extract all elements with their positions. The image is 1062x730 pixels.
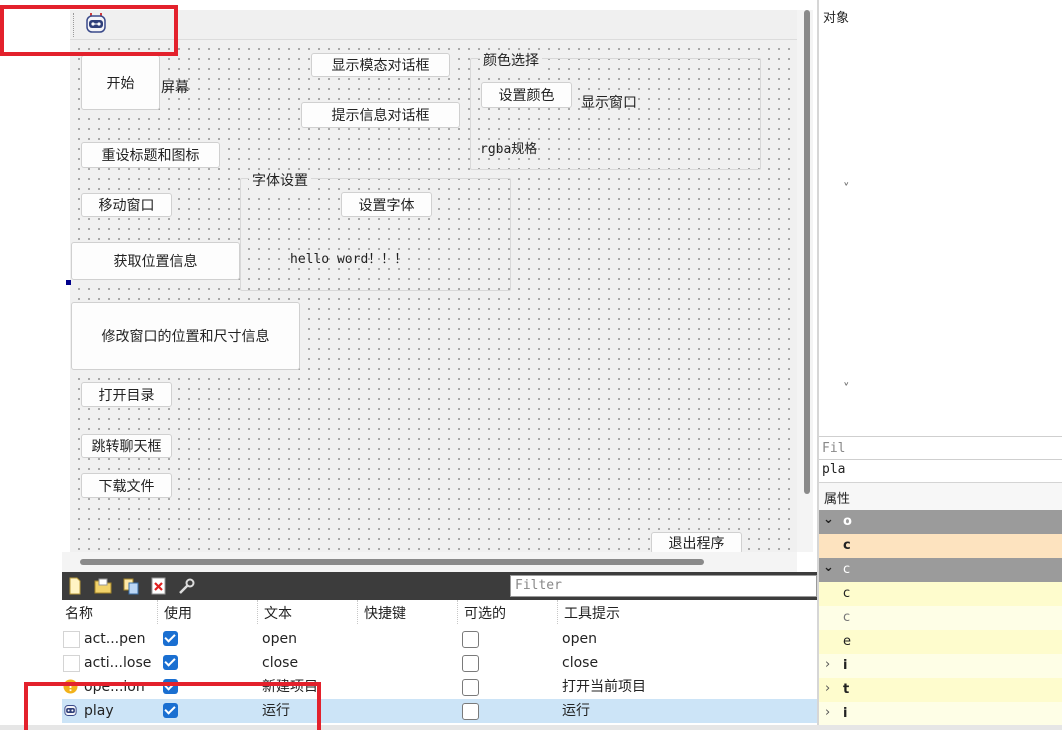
- used-checkbox[interactable]: [163, 631, 178, 646]
- property-group-row[interactable]: ⌄ o: [819, 510, 1062, 534]
- show-tip-dialog-button[interactable]: 提示信息对话框: [301, 102, 460, 128]
- action-text: open: [262, 631, 297, 647]
- action-tooltip: open: [562, 631, 597, 647]
- property-header: 属性: [819, 482, 1062, 510]
- new-action-icon[interactable]: [66, 577, 84, 595]
- reset-title-icon-button[interactable]: 重设标题和图标: [81, 142, 220, 168]
- checkable-checkbox[interactable]: [462, 631, 479, 648]
- blank-icon: [63, 655, 80, 672]
- column-header-tooltip[interactable]: 工具提示: [564, 603, 620, 623]
- copy-icon[interactable]: [122, 577, 140, 595]
- wrench-icon[interactable]: [178, 577, 196, 595]
- column-header-shortcut[interactable]: 快捷键: [364, 603, 406, 623]
- property-group-row[interactable]: ⌄ c: [819, 558, 1062, 582]
- selection-handle[interactable]: [66, 280, 71, 285]
- modify-window-geometry-button[interactable]: 修改窗口的位置和尺寸信息: [71, 302, 300, 370]
- column-header-checkable[interactable]: 可选的: [464, 603, 506, 623]
- form-toolbar: [70, 10, 797, 40]
- action-name: act...pen: [84, 631, 146, 647]
- property-row[interactable]: c: [819, 534, 1062, 558]
- download-file-button[interactable]: 下载文件: [81, 473, 172, 498]
- column-divider[interactable]: [557, 600, 559, 624]
- start-button[interactable]: 开始: [81, 55, 160, 110]
- screen-label: 屏幕: [161, 80, 189, 96]
- property-row[interactable]: › i: [819, 702, 1062, 726]
- action-filter-input[interactable]: Filter: [510, 575, 817, 597]
- property-row[interactable]: c: [819, 606, 1062, 630]
- property-filter-input[interactable]: Fil: [819, 436, 1062, 460]
- annotation-box-play-row: [24, 682, 321, 730]
- set-font-button[interactable]: 设置字体: [341, 192, 432, 217]
- property-row[interactable]: e: [819, 630, 1062, 654]
- open-folder-icon[interactable]: [94, 577, 112, 595]
- show-modal-dialog-button[interactable]: 显示模态对话框: [311, 53, 450, 77]
- get-position-button[interactable]: 获取位置信息: [71, 242, 240, 280]
- column-divider[interactable]: [357, 600, 359, 624]
- column-divider[interactable]: [457, 600, 459, 624]
- object-inspector-header: 对象: [823, 11, 850, 26]
- blank-icon: [63, 631, 80, 648]
- set-color-button[interactable]: 设置颜色: [481, 82, 572, 108]
- property-row[interactable]: c: [819, 582, 1062, 606]
- rgba-label: rgba规格: [480, 142, 538, 157]
- column-header-used[interactable]: 使用: [164, 603, 192, 623]
- checkable-checkbox[interactable]: [462, 679, 479, 696]
- used-checkbox[interactable]: [163, 655, 178, 670]
- column-divider[interactable]: [257, 600, 259, 624]
- column-divider[interactable]: [157, 600, 159, 624]
- filter-placeholder: Fil: [822, 441, 846, 456]
- checkable-checkbox[interactable]: [462, 703, 479, 720]
- hello-word-label: hello word！！！: [290, 252, 408, 267]
- left-margin: [0, 0, 70, 552]
- checkable-checkbox[interactable]: [462, 655, 479, 672]
- property-row[interactable]: › i: [819, 654, 1062, 678]
- action-tooltip: 运行: [562, 703, 590, 719]
- move-window-button[interactable]: 移动窗口: [81, 193, 172, 217]
- open-directory-button[interactable]: 打开目录: [81, 382, 172, 407]
- open-chat-button[interactable]: 跳转聊天框: [81, 434, 172, 458]
- property-row[interactable]: › t: [819, 678, 1062, 702]
- action-text: close: [262, 655, 299, 671]
- font-group-title: 字体设置: [249, 170, 311, 190]
- expand-arrow-icon[interactable]: ˅: [843, 182, 850, 197]
- action-tooltip: 打开当前项目: [562, 679, 646, 695]
- column-header-text[interactable]: 文本: [264, 603, 292, 623]
- expand-arrow-icon[interactable]: ˅: [843, 382, 850, 397]
- table-row[interactable]: acti...lose close close: [62, 651, 817, 675]
- show-window-label: 显示窗口: [581, 95, 637, 111]
- annotation-box-toolbar: [0, 5, 178, 56]
- selected-object-name: pla: [822, 462, 846, 477]
- color-group-title: 颜色选择: [480, 50, 542, 70]
- action-name: acti...lose: [84, 655, 152, 671]
- column-header-name[interactable]: 名称: [65, 603, 93, 623]
- table-row[interactable]: act...pen open open: [62, 627, 817, 651]
- horizontal-scroll-thumb[interactable]: [80, 559, 704, 565]
- exit-button[interactable]: 退出程序: [651, 532, 742, 554]
- action-tooltip: close: [562, 655, 599, 671]
- delete-icon[interactable]: [150, 577, 168, 595]
- vertical-scroll-thumb[interactable]: [804, 10, 810, 494]
